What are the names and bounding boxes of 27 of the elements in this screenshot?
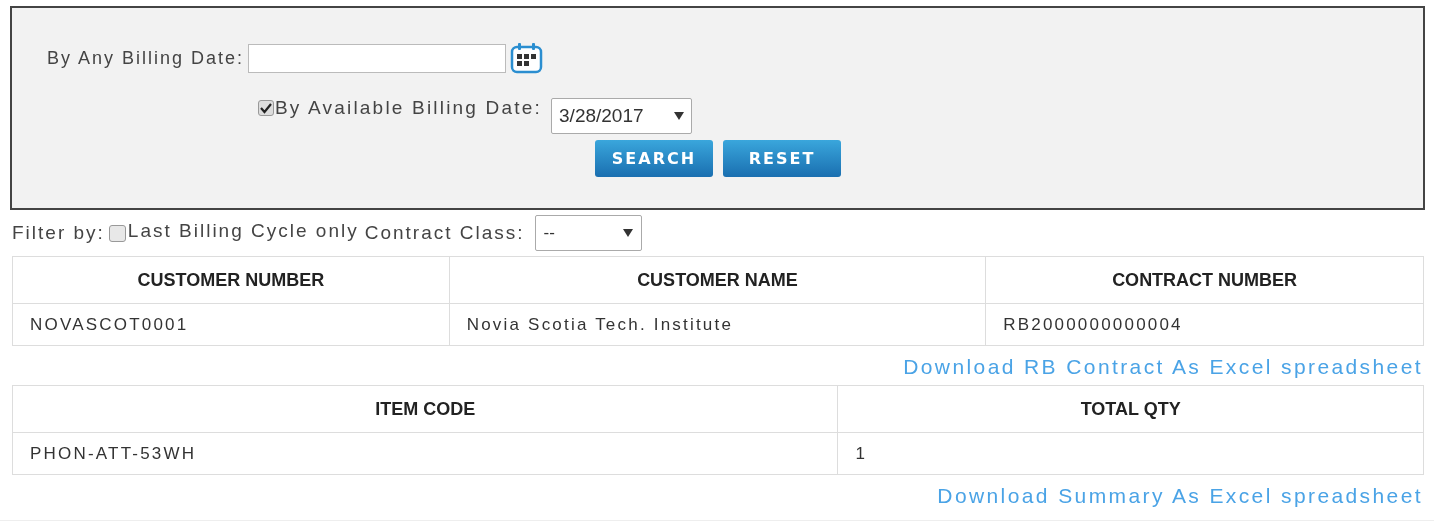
filter-label: Filter by: — [12, 220, 105, 245]
field-label: Contract Class: — [364, 220, 525, 245]
date-input-field[interactable] — [248, 43, 507, 73]
checkbox[interactable] — [108, 224, 126, 242]
table-cell: 1 — [837, 432, 1424, 475]
action-button[interactable]: SEARCH — [595, 140, 713, 177]
table-cell: NOVASCOT0001 — [12, 303, 450, 346]
contract-class-dropdown[interactable]: -- — [534, 215, 642, 251]
table-cell: RB2000000000004 — [985, 303, 1424, 346]
date-dropdown[interactable]: 3/28/2017 — [551, 98, 693, 134]
action-button[interactable]: RESET — [723, 140, 841, 177]
checkbox[interactable] — [258, 100, 274, 117]
column-header: TOTAL QTY — [837, 385, 1424, 433]
column-header: ITEM CODE — [12, 385, 838, 433]
field-label: By Any Billing Date: — [47, 46, 245, 70]
checkbox-label: Last Billing Cycle only — [127, 218, 359, 243]
caret-icon — [674, 112, 685, 120]
download-link[interactable]: Download RB Contract As Excel spreadsheet — [903, 351, 1423, 383]
calendar-icon[interactable] — [510, 42, 544, 74]
caret-icon — [622, 229, 633, 237]
column-header: CUSTOMER NAME — [449, 256, 986, 304]
column-header: CONTRACT NUMBER — [985, 256, 1424, 304]
field-label: By Available Billing Date: — [275, 96, 543, 120]
table-cell: Novia Scotia Tech. Institute — [449, 303, 986, 346]
table-cell: PHON-ATT-53WH — [12, 432, 838, 475]
column-header: CUSTOMER NUMBER — [12, 256, 450, 304]
download-link[interactable]: Download Summary As Excel spreadsheet — [937, 480, 1423, 512]
